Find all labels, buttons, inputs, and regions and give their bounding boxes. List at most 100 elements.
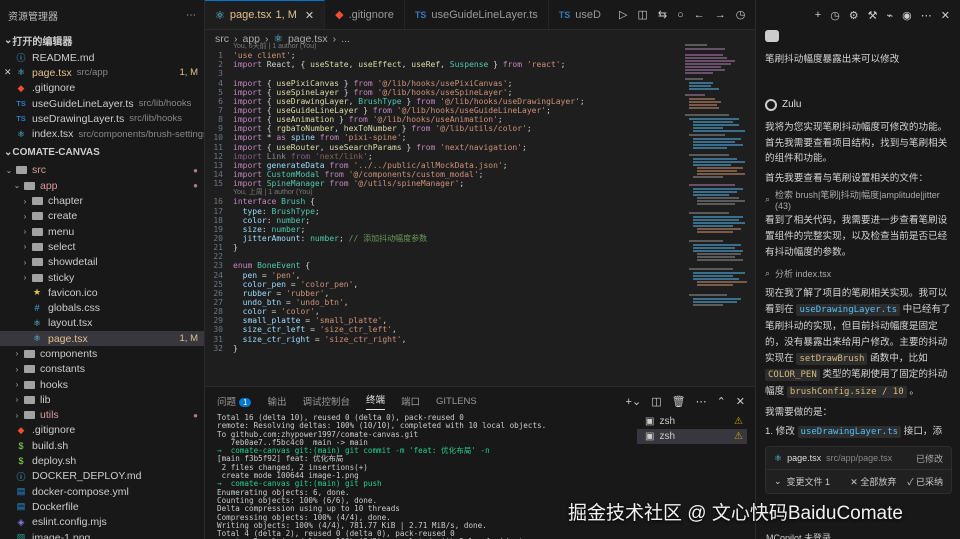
x-icon: ✕: [850, 477, 861, 487]
open-editor-item[interactable]: ◆ .gitignore: [0, 81, 204, 96]
copilot-status[interactable]: MCopilot 未登录: [756, 531, 960, 539]
tree-file[interactable]: ⚛ layout.tsx: [0, 316, 204, 331]
watermark-text: 掘金技术社区 @ 文心快码BaiduComate: [568, 503, 903, 524]
modified-dot-icon: ●: [193, 410, 198, 420]
close-icon[interactable]: ✕: [941, 9, 950, 22]
tree-folder[interactable]: › menu: [0, 224, 204, 239]
tab-terminal[interactable]: 终端: [366, 392, 386, 410]
search-tool-call[interactable]: ⌕ 检索 brush|笔刷|抖动|幅度|amplitude|jitter (43…: [756, 190, 960, 211]
file-name: useGuideLineLayer.ts: [32, 97, 134, 110]
minimap[interactable]: [685, 42, 747, 382]
chevron-up-icon[interactable]: ⌃: [717, 395, 726, 408]
tree-folder[interactable]: › select: [0, 239, 204, 254]
forward-icon[interactable]: →: [715, 9, 726, 21]
tree-folder[interactable]: › sticky: [0, 270, 204, 285]
terminal-item[interactable]: ▣ zsh ⚠: [637, 429, 747, 444]
tree-folder[interactable]: › components: [0, 346, 204, 361]
tool-call-label: 分析 index.tsx: [775, 268, 832, 279]
add-terminal-icon[interactable]: +⌄: [626, 395, 642, 408]
split-icon[interactable]: ◫: [637, 8, 647, 21]
history-icon[interactable]: ◷: [736, 8, 746, 21]
assistant-header: Zulu: [756, 96, 960, 114]
changed-file-row[interactable]: ⚛ page.tsx src/app/page.tsx 已修改: [766, 447, 951, 470]
inline-code[interactable]: useDrawingLayer.ts: [797, 425, 902, 438]
tree-file[interactable]: ⚛ page.tsx 1, M: [0, 331, 204, 347]
tree-file[interactable]: # globals.css: [0, 300, 204, 315]
open-editor-item[interactable]: ⓘ README.md: [0, 50, 204, 65]
tab-usedrawinglayer[interactable]: TS useD: [549, 0, 611, 29]
run-icon[interactable]: ▷: [619, 8, 627, 21]
close-icon[interactable]: ✕: [736, 395, 745, 408]
gear-icon[interactable]: ⚙: [849, 9, 859, 22]
open-editors-section[interactable]: ⌄ 打开的编辑器: [0, 30, 204, 50]
tree-item-label: chapter: [48, 195, 84, 208]
analyze-tool-call[interactable]: ⌕ 分析 index.tsx: [756, 264, 960, 282]
plug-icon[interactable]: ⌁: [887, 9, 894, 22]
account-icon[interactable]: ◉: [902, 9, 912, 22]
panel-toolbar: +⌄ ◫ 🗑 ⋯ ⌃ ✕: [626, 395, 745, 408]
open-editor-item[interactable]: ✕ ⚛ page.tsx src/app 1, M: [0, 65, 204, 80]
tree-file[interactable]: ▨ image-1.png: [0, 530, 204, 539]
more-actions-icon[interactable]: ⋯: [921, 9, 932, 22]
split-terminal-icon[interactable]: ◫: [651, 395, 661, 408]
changes-label: 变更文件 1: [786, 477, 831, 487]
more-actions-icon[interactable]: ⋯: [696, 395, 707, 408]
tree-file[interactable]: $ build.sh: [0, 438, 204, 453]
inline-code[interactable]: useDrawingLayer.ts: [796, 304, 900, 317]
codelens-blame[interactable]: You, 6天前 | 1 author (You): [233, 42, 316, 51]
trash-icon[interactable]: 🗑: [672, 395, 686, 408]
open-editor-item[interactable]: TS useDrawingLayer.ts src/lib/hooks: [0, 111, 204, 126]
circle-icon[interactable]: ○: [677, 9, 684, 21]
tree-folder[interactable]: › hooks: [0, 377, 204, 392]
tree-folder[interactable]: ⌄ src ●: [0, 163, 204, 178]
eslint-icon: ◈: [17, 516, 25, 527]
tree-file[interactable]: ◆ .gitignore: [0, 423, 204, 438]
tab-gitignore[interactable]: ◆ .gitignore: [325, 0, 405, 29]
assistant-paragraph: 我需要做的是：: [765, 406, 833, 418]
tree-item-label: menu: [48, 225, 75, 238]
more-actions-icon[interactable]: ⋯: [186, 10, 196, 21]
reject-all-button[interactable]: ✕ 全部放弃: [850, 475, 896, 488]
open-editor-item[interactable]: TS useGuideLineLayer.ts src/lib/hooks: [0, 96, 204, 111]
accept-all-button[interactable]: ✓ 已采纳: [907, 475, 943, 488]
close-icon[interactable]: ✕: [4, 67, 12, 78]
tree-folder[interactable]: › utils ●: [0, 408, 204, 423]
assistant-list-item: 1. 修改 useDrawingLayer.ts 接口，添: [765, 425, 943, 438]
compare-icon[interactable]: ⇆: [658, 8, 667, 21]
tree-file[interactable]: $ deploy.sh: [0, 453, 204, 468]
close-icon[interactable]: ✕: [305, 9, 314, 22]
tab-ports[interactable]: 端口: [401, 394, 420, 408]
tab-problems[interactable]: 问题 1: [217, 394, 252, 408]
tree-file[interactable]: ▤ docker-compose.yml: [0, 484, 204, 499]
tab-gitlens[interactable]: GITLENS: [436, 396, 477, 407]
codelens-blame[interactable]: You, 上周 | 1 author (You): [233, 188, 313, 197]
tree-folder[interactable]: › constants: [0, 362, 204, 377]
project-section[interactable]: ⌄ COMATE-CANVAS: [0, 143, 204, 163]
tree-file[interactable]: ◈ eslint.config.mjs: [0, 515, 204, 530]
tree-folder[interactable]: › showdetail: [0, 255, 204, 270]
tree-file[interactable]: ⓘ DOCKER_DEPLOY.md: [0, 469, 204, 484]
code-editor[interactable]: You, 6天前 | 1 author (You) 1'use client';…: [205, 42, 675, 386]
tree-file[interactable]: ▤ Dockerfile: [0, 499, 204, 514]
tab-useguidelinelayer[interactable]: TS useGuideLineLayer.ts: [405, 0, 549, 29]
tree-folder[interactable]: › create: [0, 209, 204, 224]
tree-folder[interactable]: › chapter: [0, 193, 204, 208]
tree-file[interactable]: ★ favicon.ico: [0, 285, 204, 300]
tab-page-tsx[interactable]: ⚛ page.tsx 1, M ✕: [205, 0, 326, 29]
open-editor-item[interactable]: ⚛ index.tsx src/components/brush-settings: [0, 126, 204, 141]
terminal-item[interactable]: ▣ zsh ⚠: [637, 414, 747, 429]
open-editors-label: 打开的编辑器: [12, 36, 73, 48]
tab-output[interactable]: 输出: [267, 394, 286, 408]
tree-item-label: sticky: [48, 271, 75, 284]
add-icon[interactable]: +: [815, 9, 821, 21]
tab-debug-console[interactable]: 调试控制台: [302, 394, 350, 408]
tree-item-label: hooks: [40, 378, 69, 391]
tree-folder[interactable]: ⌄ app ●: [0, 178, 204, 193]
history-icon[interactable]: ◷: [830, 9, 840, 22]
tree-item-label: favicon.ico: [48, 286, 98, 299]
vscode-window: 资源管理器 ⋯ ⌄ 打开的编辑器 ⓘ README.md ✕ ⚛ page.tsx src…: [0, 0, 960, 539]
tools-icon[interactable]: ⚒: [868, 9, 878, 22]
tree-folder[interactable]: › lib: [0, 392, 204, 407]
file-name: index.tsx: [32, 128, 74, 141]
back-icon[interactable]: ←: [694, 9, 705, 21]
